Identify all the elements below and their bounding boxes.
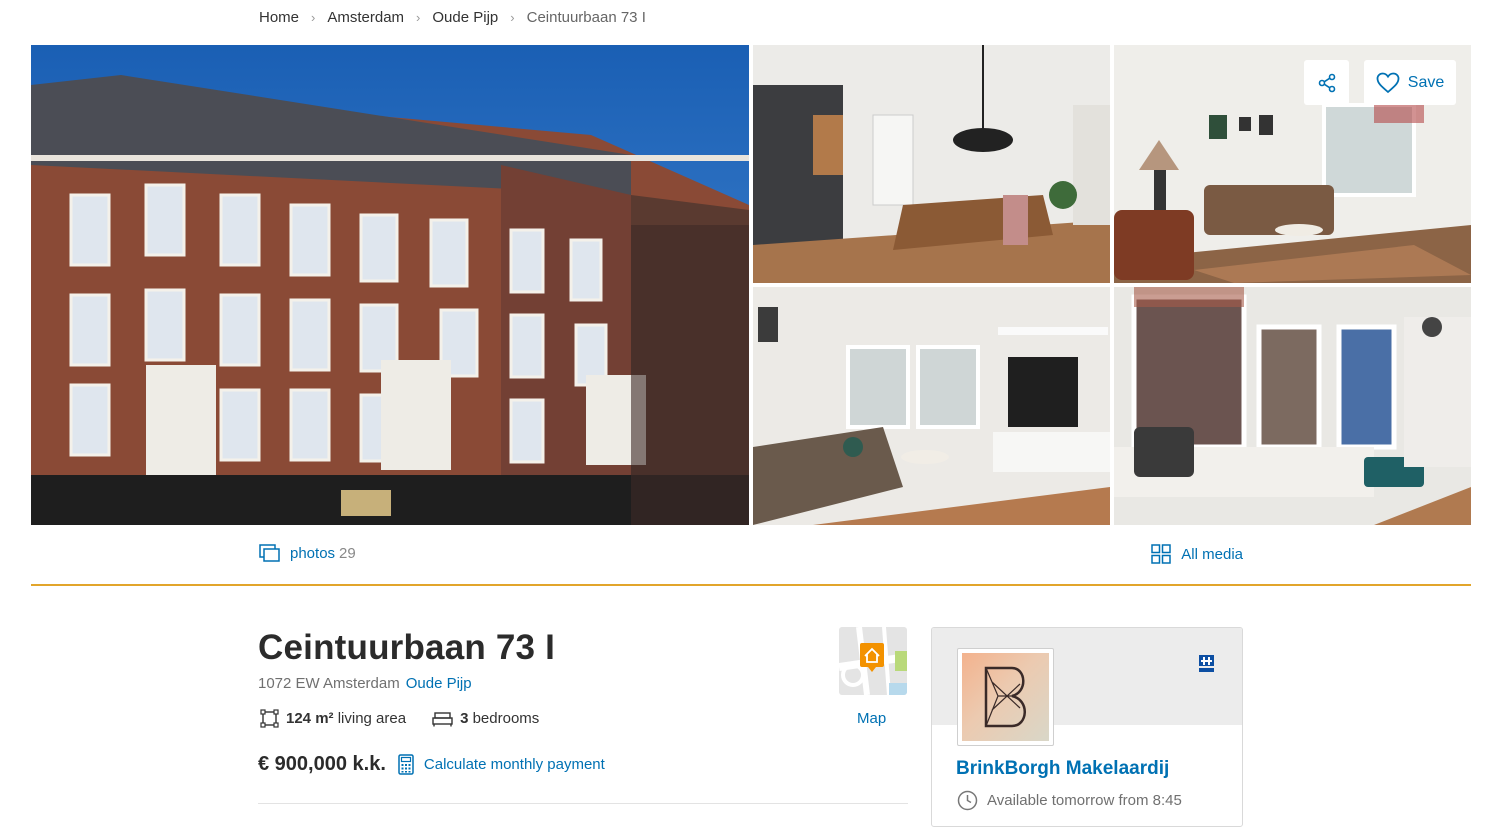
listing-title: Ceintuurbaan 73 I [258, 628, 556, 667]
living-area-value: 124 m² [286, 710, 334, 727]
all-media-link[interactable]: All media [1151, 544, 1243, 564]
postal-city: 1072 EW Amsterdam [258, 675, 400, 692]
photos-label: photos [290, 544, 336, 562]
save-label: Save [1407, 73, 1445, 91]
bedrooms-label: bedrooms [472, 710, 540, 727]
nvm-logo-icon [1199, 655, 1214, 672]
agent-card: BrinkBorgh Makelaardij Available tomorro… [931, 627, 1243, 827]
breadcrumb-amsterdam[interactable]: Amsterdam [327, 9, 404, 26]
all-media-label: All media [1181, 545, 1243, 563]
bedrooms-feature: 3 bedrooms [432, 710, 539, 727]
calculator-icon [398, 754, 414, 775]
neighbourhood-link[interactable]: Oude Pijp [406, 675, 472, 692]
agent-logo[interactable] [957, 648, 1054, 746]
photos-icon [259, 544, 280, 562]
clock-icon [957, 790, 978, 811]
media-bar: photos 29 All media [259, 540, 1243, 570]
photos-link[interactable]: photos 29 [259, 544, 356, 562]
agent-name-link[interactable]: BrinkBorgh Makelaardij [956, 758, 1169, 780]
main-photo[interactable] [31, 45, 749, 525]
agent-availability: Available tomorrow from 8:45 [957, 790, 1182, 811]
chevron-right-icon: › [311, 10, 316, 25]
map-link[interactable]: Map [857, 710, 886, 727]
chevron-right-icon: › [510, 10, 515, 25]
availability-text: Available tomorrow from 8:45 [987, 792, 1182, 809]
living-area-label: living area [337, 710, 407, 727]
area-icon [260, 709, 279, 728]
breadcrumb-oude-pijp[interactable]: Oude Pijp [432, 9, 498, 26]
price-row: € 900,000 k.k. Calculate monthly payment [258, 753, 605, 776]
lounge-photo[interactable] [753, 287, 1110, 525]
breadcrumb-current: Ceintuurbaan 73 I [526, 9, 646, 26]
listing-price: € 900,000 k.k. [258, 753, 386, 775]
details-rule [258, 803, 908, 804]
grid-icon [1151, 544, 1172, 564]
listing-features: 124 m² living area 3 bedrooms [260, 709, 565, 728]
share-button[interactable] [1304, 60, 1349, 105]
breadcrumb: Home › Amsterdam › Oude Pijp › Ceintuurb… [259, 9, 646, 26]
breadcrumb-home[interactable]: Home [259, 9, 299, 26]
section-divider [31, 584, 1471, 586]
map-thumbnail[interactable] [839, 627, 907, 695]
photo-gallery: Save [31, 45, 1471, 525]
calculate-payment-link[interactable]: Calculate monthly payment [398, 754, 605, 775]
kitchen-photo[interactable] [753, 45, 1110, 283]
living-area-feature: 124 m² living area [260, 709, 406, 728]
save-button[interactable]: Save [1364, 60, 1456, 105]
bed-icon [432, 711, 453, 726]
calculate-payment-label: Calculate monthly payment [423, 756, 605, 773]
share-icon [1318, 73, 1335, 92]
window-seat-photo[interactable] [1114, 287, 1471, 525]
chevron-right-icon: › [416, 10, 421, 25]
listing-address: 1072 EW Amsterdam Oude Pijp [258, 675, 472, 692]
bedrooms-value: 3 [460, 710, 469, 727]
photos-count: 29 [339, 544, 356, 562]
heart-icon [1376, 72, 1400, 93]
